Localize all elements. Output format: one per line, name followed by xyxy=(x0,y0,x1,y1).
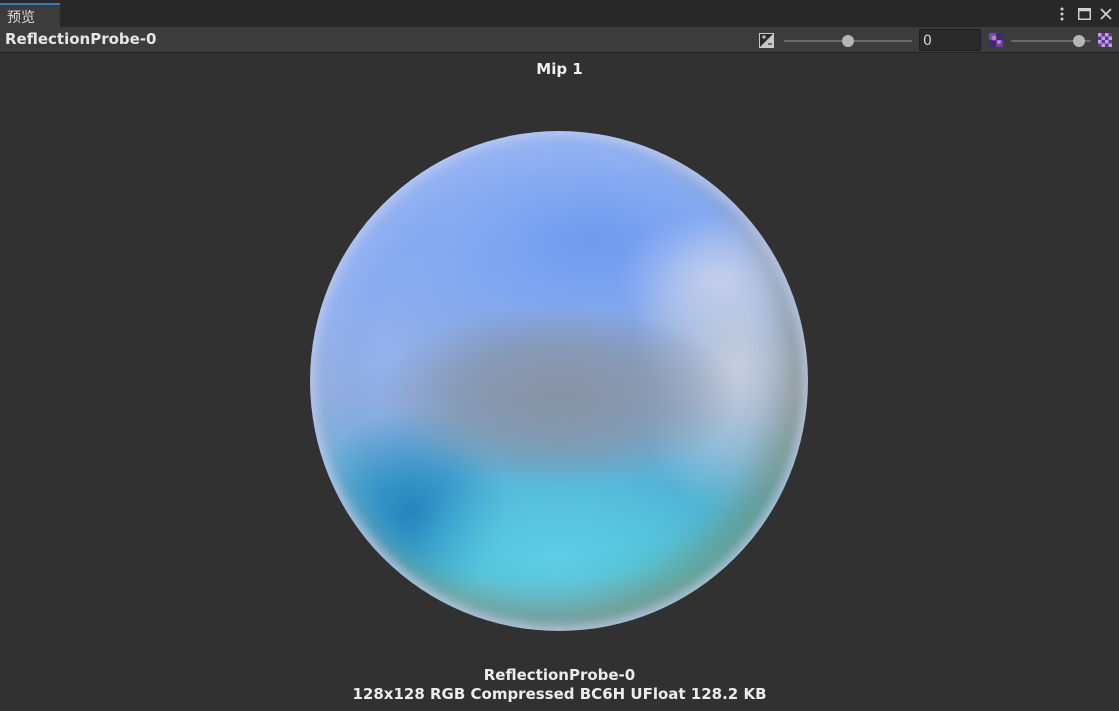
texture-name: ReflectionProbe-0 xyxy=(483,666,636,684)
window-controls xyxy=(1055,5,1113,23)
mip-level-slider[interactable] xyxy=(1011,34,1091,48)
mip-level-small-icon[interactable] xyxy=(989,32,1004,47)
close-icon[interactable] xyxy=(1099,6,1113,22)
exposure-slider-thumb[interactable] xyxy=(842,35,854,47)
texture-info: 128x128 RGB Compressed BC6H UFloat 128.2… xyxy=(352,685,767,703)
tab-bar: 预览 xyxy=(0,0,1119,27)
preview-title: ReflectionProbe-0 xyxy=(5,30,157,48)
exposure-icon[interactable] xyxy=(759,33,774,48)
preview-toolbar: ReflectionProbe-0 xyxy=(0,27,1119,53)
mip-label: Mip 1 xyxy=(536,60,583,78)
preview-window: 预览 ReflectionProbe-0 0 Mip 1 ReflectionP… xyxy=(0,0,1119,711)
more-vertical-icon[interactable] xyxy=(1055,6,1069,22)
tab-preview[interactable]: 预览 xyxy=(0,3,60,27)
maximize-icon[interactable] xyxy=(1077,6,1091,22)
mip-level-slider-thumb[interactable] xyxy=(1073,35,1085,47)
mip-level-large-icon[interactable] xyxy=(1098,32,1113,47)
reflection-probe-sphere[interactable] xyxy=(310,131,808,631)
tab-preview-label: 预览 xyxy=(7,10,35,26)
exposure-value-field[interactable] xyxy=(919,29,981,51)
preview-area[interactable]: Mip 1 ReflectionProbe-0 128x128 RGB Comp… xyxy=(0,54,1119,711)
exposure-slider[interactable] xyxy=(784,34,912,48)
